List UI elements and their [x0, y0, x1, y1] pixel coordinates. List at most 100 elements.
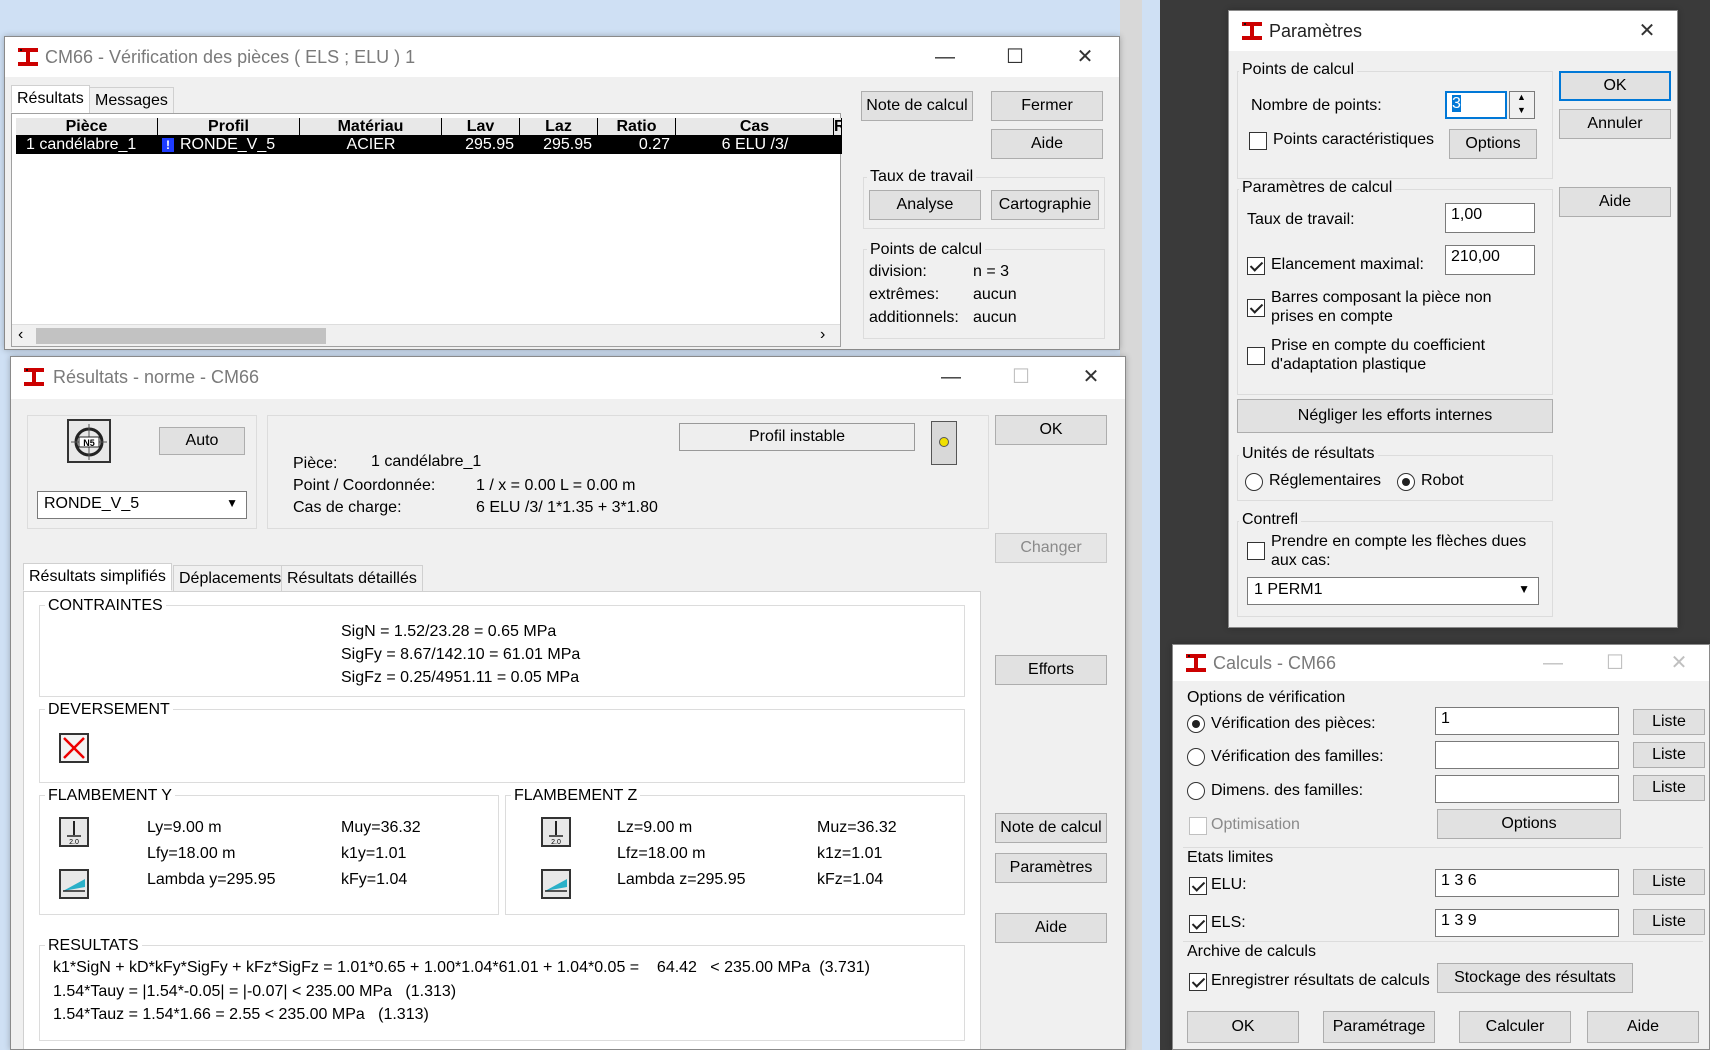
col-laz[interactable]: Laz [520, 118, 598, 136]
tab-resultats[interactable]: Résultats [11, 85, 90, 113]
scroll-left-icon[interactable]: ‹ [18, 326, 23, 344]
liste-elu-button[interactable]: Liste [1633, 869, 1705, 895]
point-value: 1 / x = 0.00 L = 0.00 m [476, 477, 636, 494]
taux-de-travail-input[interactable]: 1,00 [1445, 203, 1535, 233]
resultats-title: RESULTATS [45, 937, 142, 955]
options-button[interactable]: Options [1437, 809, 1621, 839]
col-lav[interactable]: Lav [442, 118, 520, 136]
points-caracteristiques-checkbox[interactable] [1249, 132, 1267, 150]
elancement-maximal-checkbox[interactable] [1247, 257, 1265, 275]
close-button[interactable]: ✕ [1063, 43, 1107, 71]
points-spinner[interactable]: ▲ ▼ [1509, 91, 1535, 119]
scroll-right-icon[interactable]: › [820, 326, 825, 344]
tab-resultats-simplifies[interactable]: Résultats simplifiés [23, 563, 172, 591]
spin-up-icon[interactable]: ▲ [1517, 92, 1526, 102]
tab-deplacements[interactable]: Déplacements [173, 565, 288, 593]
elancement-maximal-input[interactable]: 210,00 [1445, 245, 1535, 275]
kfy-value: kFy=1.04 [341, 871, 408, 888]
window-title: Paramètres [1269, 21, 1363, 41]
els-input[interactable]: 1 3 9 [1435, 909, 1619, 937]
cas-select[interactable]: 1 PERM1 ▼ [1247, 577, 1539, 605]
close-button[interactable]: ✕ [1069, 363, 1113, 391]
aide-button[interactable]: Aide [1559, 187, 1671, 217]
liste-els-button[interactable]: Liste [1633, 909, 1705, 935]
results-titlebar[interactable]: Résultats - norme - CM66 — ☐ ✕ [11, 357, 1125, 399]
tab-messages[interactable]: Messages [89, 87, 174, 115]
efforts-button[interactable]: Efforts [995, 655, 1107, 685]
options-button[interactable]: Options [1449, 129, 1537, 159]
dimens-familles-radio[interactable] [1187, 782, 1205, 800]
col-materiau[interactable]: Matériau [300, 118, 442, 136]
adaptation-plastique-checkbox[interactable] [1247, 347, 1265, 365]
col-cas[interactable]: Cas [676, 118, 834, 136]
els-checkbox[interactable] [1189, 915, 1207, 933]
division-label: division: [869, 263, 927, 280]
liste-familles-button[interactable]: Liste [1633, 742, 1705, 768]
aide-button[interactable]: Aide [991, 129, 1103, 159]
annuler-button[interactable]: Annuler [1559, 109, 1671, 139]
tab-resultats-detailles[interactable]: Résultats détaillés [281, 565, 423, 593]
flambement-y-group [39, 795, 499, 915]
fermer-button[interactable]: Fermer [991, 91, 1103, 121]
spin-down-icon[interactable]: ▼ [1517, 105, 1526, 115]
minimize-button[interactable]: — [929, 363, 973, 391]
horizontal-scrollbar[interactable]: ‹ › [12, 324, 840, 346]
stockage-button[interactable]: Stockage des résultats [1437, 963, 1633, 993]
optimisation-label: Optimisation [1211, 816, 1300, 833]
auto-button[interactable]: Auto [159, 427, 245, 455]
deversement-title: DEVERSEMENT [45, 701, 173, 719]
taux-de-travail-label: Taux de travail [867, 168, 977, 186]
parametrage-button[interactable]: Paramétrage [1323, 1011, 1435, 1043]
aide-button[interactable]: Aide [1587, 1011, 1699, 1043]
cartographie-button[interactable]: Cartographie [991, 190, 1099, 220]
robot-radio[interactable] [1397, 473, 1415, 491]
parametres-titlebar[interactable]: Paramètres ✕ [1229, 11, 1677, 51]
analyse-button[interactable]: Analyse [869, 190, 981, 220]
lambda-z-value: Lambda z=295.95 [617, 871, 746, 888]
scroll-thumb[interactable] [36, 328, 326, 344]
verification-titlebar[interactable]: CM66 - Vérification des pièces ( ELS ; E… [5, 37, 1119, 77]
verification-pieces-input[interactable]: 1 [1435, 707, 1619, 735]
minimize-button[interactable]: — [923, 43, 967, 71]
buckling-length-icon: 2.0 [541, 817, 571, 847]
ok-button[interactable]: OK [995, 415, 1107, 445]
verification-pieces-radio[interactable] [1187, 715, 1205, 733]
maximize-button[interactable]: ☐ [993, 43, 1037, 71]
calculs-titlebar[interactable]: Calculs - CM66 — ☐ ✕ [1173, 645, 1709, 681]
window-title: Résultats - norme - CM66 [53, 367, 260, 387]
parametres-button[interactable]: Paramètres [995, 853, 1107, 883]
unites-title: Unités de résultats [1239, 445, 1378, 463]
adaptation-plastique-label-1: Prise en compte du coefficient [1271, 337, 1486, 354]
enregistrer-label: Enregistrer résultats de calculs [1211, 972, 1430, 989]
col-ratio[interactable]: Ratio [598, 118, 676, 136]
k1y-value: k1y=1.01 [341, 845, 407, 862]
aide-button[interactable]: Aide [995, 913, 1107, 943]
close-button[interactable]: ✕ [1625, 17, 1669, 45]
verification-familles-radio[interactable] [1187, 748, 1205, 766]
profile-select[interactable]: RONDE_V_5 ▼ [37, 491, 247, 519]
ok-button[interactable]: OK [1559, 71, 1671, 101]
liste-dimens-button[interactable]: Liste [1633, 775, 1705, 801]
reglementaires-radio[interactable] [1245, 473, 1263, 491]
profile-select-value: RONDE_V_5 [44, 495, 140, 512]
elancement-maximal-label: Elancement maximal: [1271, 256, 1424, 273]
col-r[interactable]: R [834, 118, 842, 136]
dimens-familles-input[interactable] [1435, 775, 1619, 803]
ok-button[interactable]: OK [1187, 1011, 1299, 1043]
nombre-de-points-input[interactable]: 3 [1445, 91, 1507, 119]
note-de-calcul-button[interactable]: Note de calcul [995, 813, 1107, 843]
col-profil[interactable]: Profil [158, 118, 300, 136]
elu-checkbox[interactable] [1189, 877, 1207, 895]
liste-pieces-button[interactable]: Liste [1633, 709, 1705, 735]
col-piece[interactable]: Pièce [16, 118, 158, 136]
verification-familles-input[interactable] [1435, 741, 1619, 769]
note-de-calcul-button[interactable]: Note de calcul [861, 91, 973, 121]
options-verification-title: Options de vérification [1187, 689, 1346, 706]
calculer-button[interactable]: Calculer [1459, 1011, 1571, 1043]
negliger-efforts-button[interactable]: Négliger les efforts internes [1237, 399, 1553, 433]
elu-input[interactable]: 1 3 6 [1435, 869, 1619, 897]
enregistrer-checkbox[interactable] [1189, 973, 1207, 991]
barres-non-prises-checkbox[interactable] [1247, 299, 1265, 317]
piece-label: Pièce: [293, 455, 338, 472]
prendre-en-compte-checkbox[interactable] [1247, 542, 1265, 560]
